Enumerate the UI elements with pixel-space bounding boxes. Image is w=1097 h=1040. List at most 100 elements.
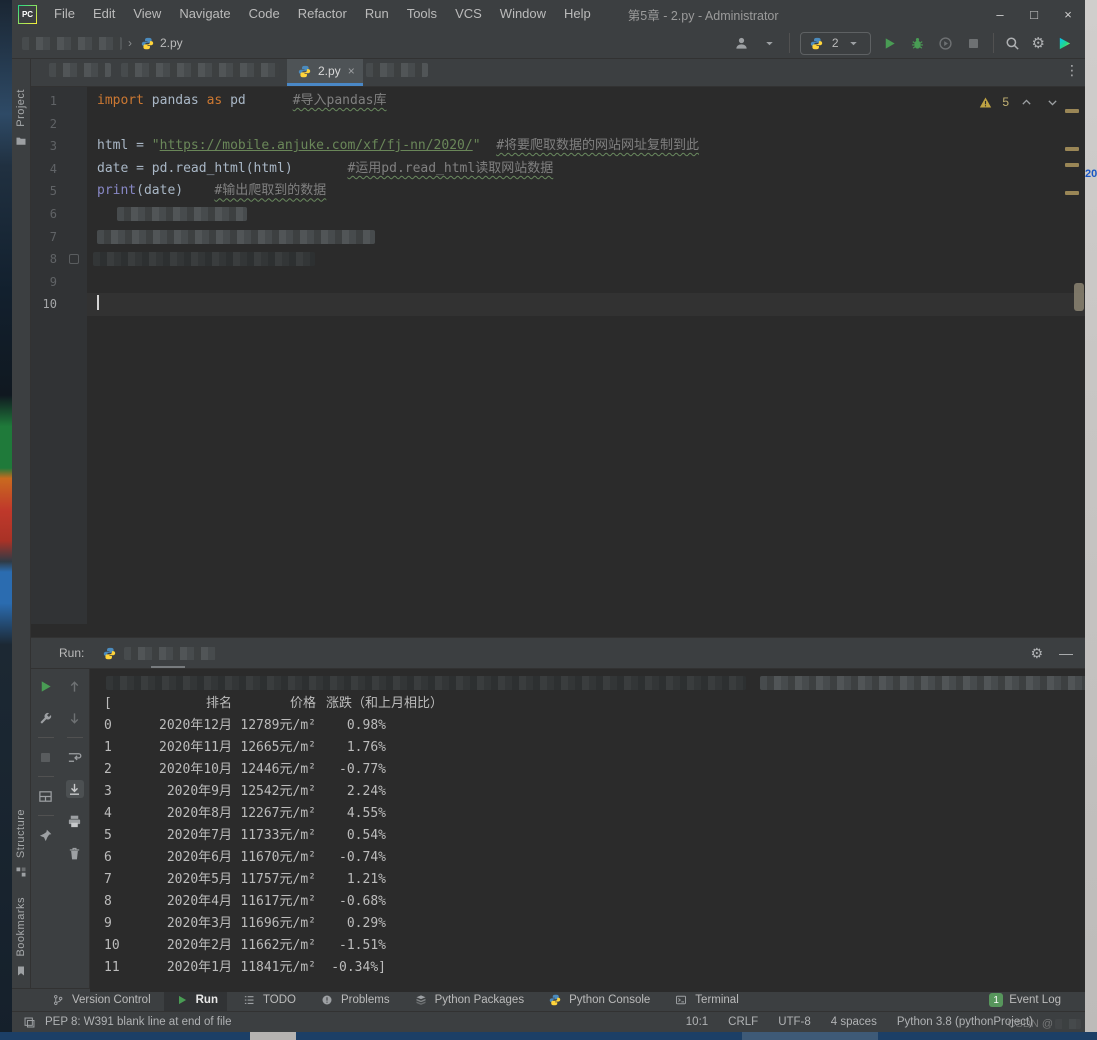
line-number[interactable]: 4 [31, 158, 87, 181]
menu-vcs[interactable]: VCS [446, 0, 491, 28]
breadcrumb-file[interactable]: 2.py [138, 34, 183, 52]
toolwindow-version-control[interactable]: Version Control [40, 989, 160, 1011]
toolwindow-python-console[interactable]: Python Console [537, 989, 659, 1011]
toolwindow-terminal[interactable]: Terminal [663, 989, 747, 1011]
tab-2py[interactable]: 2.py × [287, 59, 363, 86]
run-button[interactable] [881, 34, 899, 52]
run-settings-icon[interactable] [37, 709, 55, 727]
menu-refactor[interactable]: Refactor [289, 0, 356, 28]
soft-wrap-icon[interactable] [66, 748, 84, 766]
hide-panel-icon[interactable]: — [1059, 645, 1073, 661]
caret-position[interactable]: 10:1 [686, 1016, 708, 1028]
line-number[interactable]: 7 [31, 226, 87, 249]
run-settings-gear-icon[interactable]: ⚙ [1030, 646, 1043, 660]
code-text[interactable] [87, 248, 1085, 271]
code-text[interactable] [87, 293, 1085, 316]
menu-file[interactable]: File [45, 0, 84, 28]
menu-code[interactable]: Code [240, 0, 289, 28]
rerun-button[interactable] [37, 677, 55, 695]
event-log-badge: 1 [989, 993, 1003, 1007]
toolwindow-run[interactable]: Run [164, 989, 227, 1011]
stop-button[interactable] [965, 34, 983, 52]
line-number[interactable]: 6 [31, 203, 87, 226]
warning-stripe-mark[interactable] [1065, 163, 1079, 167]
line-number[interactable]: 5 [31, 180, 87, 203]
line-number[interactable]: 2 [31, 113, 87, 136]
status-message[interactable]: PEP 8: W391 blank line at end of file [45, 1016, 231, 1028]
sidebar-item-project[interactable]: Project [12, 89, 30, 150]
sidebar-item-bookmarks[interactable]: Bookmarks [12, 897, 30, 980]
menu-help[interactable]: Help [555, 0, 600, 28]
pin-tab-icon[interactable] [37, 826, 55, 844]
toolwindow-python-packages[interactable]: Python Packages [403, 989, 534, 1011]
colorful-plugin-icon[interactable] [1055, 34, 1073, 52]
code-text[interactable] [87, 203, 1085, 226]
warning-stripe-mark[interactable] [1065, 191, 1079, 195]
restore-layout-icon[interactable] [37, 787, 55, 805]
url-link[interactable]: https://mobile.anjuke.com/xf/fj-nn/2020/ [160, 138, 473, 153]
code-text[interactable] [87, 226, 1085, 249]
menu-window[interactable]: Window [491, 0, 555, 28]
censored-command-line [100, 675, 1085, 693]
scroll-to-end-icon[interactable] [66, 780, 84, 798]
close-button[interactable]: × [1051, 0, 1085, 28]
warning-stripe-mark[interactable] [1065, 147, 1079, 151]
user-dropdown-icon[interactable] [761, 34, 779, 52]
line-number[interactable]: 1 [31, 90, 87, 113]
tab-options-kebab-icon[interactable]: ⋮ [1065, 62, 1079, 79]
prev-problem-icon[interactable] [1017, 93, 1035, 111]
print-console-icon[interactable] [66, 812, 84, 830]
indent-setting[interactable]: 4 spaces [831, 1016, 877, 1028]
line-ending[interactable]: CRLF [728, 1016, 758, 1028]
stop-process-button[interactable] [37, 748, 55, 766]
clear-console-icon[interactable] [66, 844, 84, 862]
line-number[interactable]: 9 [31, 271, 87, 294]
down-stack-trace-icon[interactable] [66, 709, 84, 727]
menu-view[interactable]: View [124, 0, 170, 28]
toolwindow-problems[interactable]: Problems [309, 989, 399, 1011]
code-text[interactable]: import pandas as pd #导入pandas库 [87, 90, 1085, 113]
run-label: Run: [59, 646, 84, 660]
up-stack-trace-icon[interactable] [66, 677, 84, 695]
code-text[interactable] [87, 271, 1085, 294]
menu-run[interactable]: Run [356, 0, 398, 28]
line-number[interactable]: 3 [31, 135, 87, 158]
panel-splitter[interactable] [31, 624, 1085, 637]
inspection-scope-icon[interactable] [20, 1013, 38, 1031]
search-everywhere-icon[interactable] [1004, 34, 1022, 52]
sidebar-item-structure[interactable]: Structure [12, 809, 30, 881]
minimize-button[interactable]: – [983, 0, 1017, 28]
menu-tools[interactable]: Tools [398, 0, 446, 28]
python-file-icon [295, 62, 313, 80]
run-console-output[interactable]: [ 排名 价格 涨跌（和上月相比） 02020年12月12789元/m²0.98… [90, 669, 1085, 992]
settings-gear-icon[interactable]: ⚙ [1032, 36, 1045, 51]
warning-triangle-icon [976, 93, 994, 111]
code-line-7: 7 [31, 226, 1085, 249]
tab-close-icon[interactable]: × [348, 64, 355, 78]
menu-navigate[interactable]: Navigate [170, 0, 239, 28]
code-text[interactable]: print(date) #输出爬取到的数据 [87, 180, 1085, 203]
code-editor[interactable]: 1import pandas as pd #导入pandas库23html = … [31, 87, 1085, 624]
toolwindow-todo[interactable]: TODO [231, 989, 305, 1011]
line-number[interactable]: 10 [31, 293, 87, 316]
inspections-widget[interactable]: 5 [976, 93, 1061, 111]
menu-edit[interactable]: Edit [84, 0, 124, 28]
code-text[interactable] [87, 113, 1085, 136]
line-number[interactable]: 8 [31, 248, 87, 271]
code-text[interactable]: html = "https://mobile.anjuke.com/xf/fj-… [87, 135, 1085, 158]
event-log-button[interactable]: 1 Event Log [989, 993, 1085, 1007]
user-icon[interactable] [733, 34, 751, 52]
file-encoding[interactable]: UTF-8 [778, 1016, 811, 1028]
run-configuration-select[interactable]: 2 [800, 32, 871, 55]
fold-marker-icon[interactable] [69, 254, 79, 264]
next-problem-icon[interactable] [1043, 93, 1061, 111]
debug-button[interactable] [909, 34, 927, 52]
maximize-button[interactable]: □ [1017, 0, 1051, 28]
breadcrumb[interactable]: › 2.py [22, 34, 183, 52]
run-console-tab[interactable] [100, 638, 216, 668]
warning-stripe-mark[interactable] [1065, 109, 1079, 113]
python-icon [808, 34, 826, 52]
code-text[interactable]: date = pd.read_html(html) #运用pd.read_htm… [87, 158, 1085, 181]
editor-scrollbar-thumb[interactable] [1074, 283, 1084, 311]
run-with-coverage-button[interactable] [937, 34, 955, 52]
